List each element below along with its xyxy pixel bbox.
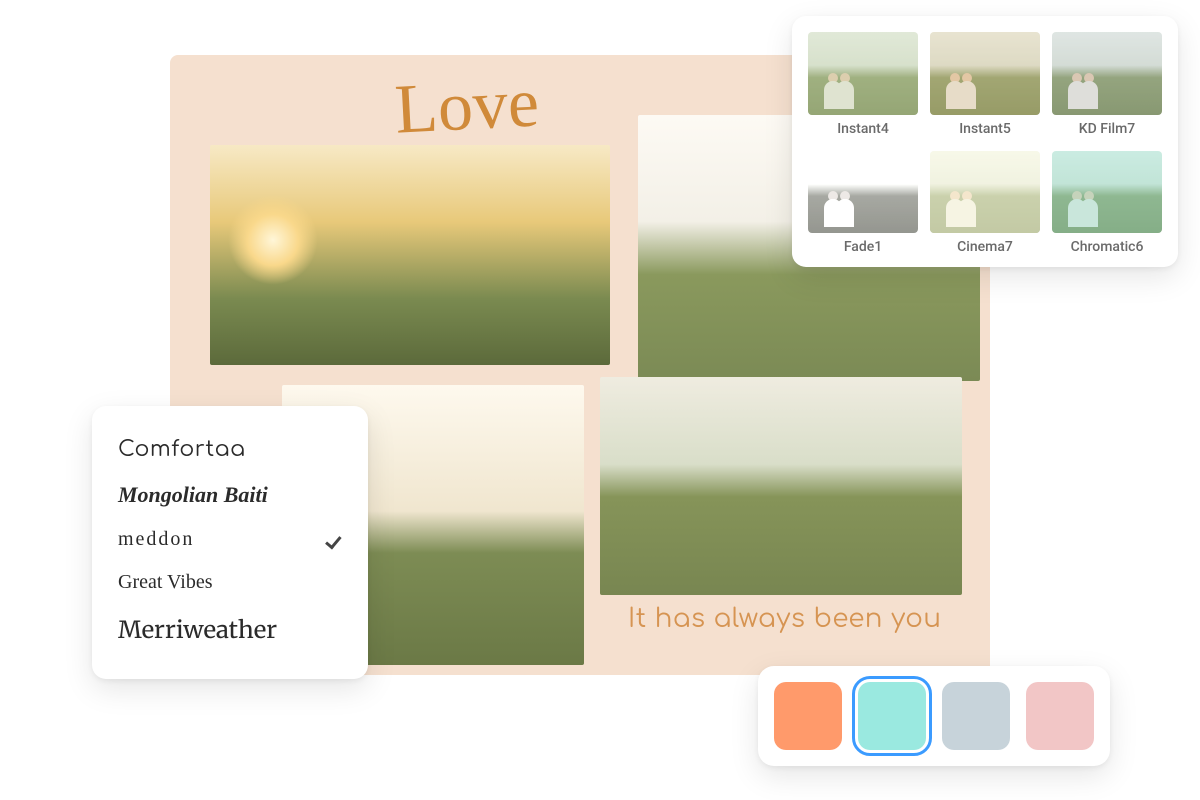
font-option-merriweather[interactable]: Merriweather [118, 604, 342, 655]
font-option-great-vibes[interactable]: Great Vibes [118, 561, 342, 604]
filter-label: Fade1 [808, 233, 918, 257]
collage-photo-4[interactable] [600, 377, 962, 595]
font-option-label: Comfortaa [118, 438, 245, 462]
filter-thumbnail [808, 151, 918, 234]
font-option-comfortaa[interactable]: Comfortaa [118, 428, 342, 472]
color-swatch-panel [758, 666, 1110, 766]
filters-panel: Instant4 Instant5 KD Film7 Fade1 Cinema7 Chro… [792, 16, 1178, 267]
canvas-title[interactable]: Love [393, 63, 541, 150]
font-option-label: Great Vibes [118, 571, 213, 594]
color-swatch[interactable] [942, 682, 1010, 750]
filter-thumbnail [808, 32, 918, 115]
font-option-mongolian-baiti[interactable]: Mongolian Baiti [118, 472, 342, 518]
font-option-label: Merriweather [118, 614, 277, 645]
filter-option-chromatic6[interactable]: Chromatic6 [1052, 151, 1162, 258]
filter-thumbnail [930, 32, 1040, 115]
color-swatch[interactable] [858, 682, 926, 750]
filter-thumbnail [930, 151, 1040, 234]
font-option-label: meddon [118, 528, 194, 551]
filter-thumbnail [1052, 32, 1162, 115]
filter-option-cinema7[interactable]: Cinema7 [930, 151, 1040, 258]
collage-photo-1[interactable] [210, 145, 610, 365]
filter-label: KD Film7 [1052, 115, 1162, 139]
filter-option-kdfilm7[interactable]: KD Film7 [1052, 32, 1162, 139]
filter-label: Chromatic6 [1052, 233, 1162, 257]
filter-option-instant5[interactable]: Instant5 [930, 32, 1040, 139]
font-option-label: Mongolian Baiti [118, 482, 268, 508]
check-icon [322, 530, 342, 550]
filter-label: Cinema7 [930, 233, 1040, 257]
color-swatch[interactable] [774, 682, 842, 750]
canvas-caption[interactable]: It has always been you [628, 605, 941, 634]
filter-thumbnail [1052, 151, 1162, 234]
filter-option-instant4[interactable]: Instant4 [808, 32, 918, 139]
font-option-meddon[interactable]: meddon [118, 518, 342, 561]
filter-option-fade1[interactable]: Fade1 [808, 151, 918, 258]
filter-label: Instant4 [808, 115, 918, 139]
font-picker-panel: Comfortaa Mongolian Baiti meddon Great V… [92, 406, 368, 679]
color-swatch[interactable] [1026, 682, 1094, 750]
filter-label: Instant5 [930, 115, 1040, 139]
